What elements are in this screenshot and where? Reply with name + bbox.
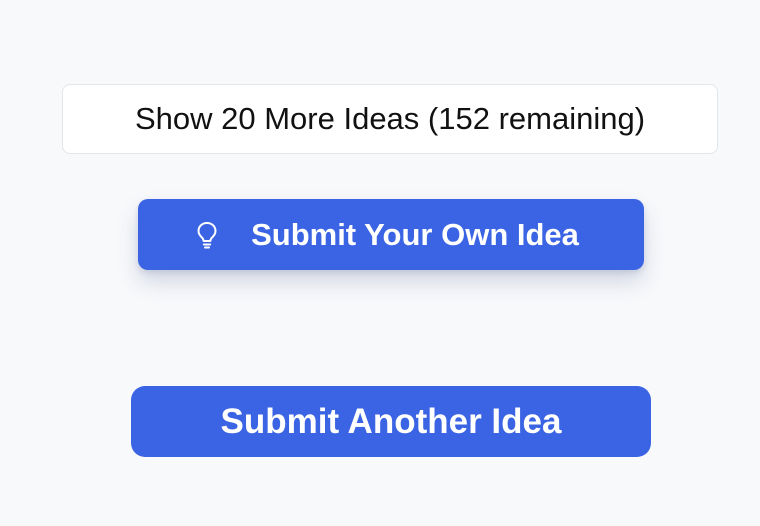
show-more-ideas-button[interactable]: Show 20 More Ideas (152 remaining)	[62, 84, 718, 154]
show-more-ideas-label: Show 20 More Ideas (152 remaining)	[134, 101, 646, 136]
submit-another-idea-label: Submit Another Idea	[220, 401, 562, 441]
page: Show 20 More Ideas (152 remaining) Submi…	[0, 0, 760, 526]
submit-own-idea-button[interactable]: Submit Your Own Idea	[138, 199, 644, 270]
submit-another-idea-button[interactable]: Submit Another Idea	[131, 386, 651, 457]
submit-own-idea-label: Submit Your Own Idea	[251, 216, 579, 252]
lightbulb-icon	[195, 220, 219, 250]
